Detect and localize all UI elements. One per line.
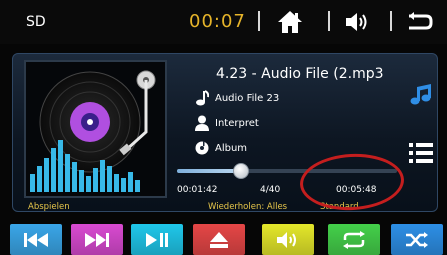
track-index: 4/40 xyxy=(260,185,281,195)
top-bar: SD 00:07 xyxy=(0,0,447,44)
album-name: Album xyxy=(215,142,248,154)
divider xyxy=(258,11,260,31)
shuffle-icon xyxy=(406,231,428,248)
eject-button[interactable] xyxy=(193,224,245,255)
play-pause-icon xyxy=(146,232,168,247)
divider xyxy=(328,11,330,31)
eject-icon xyxy=(210,231,228,248)
play-pause-button[interactable] xyxy=(131,224,183,255)
volume-button[interactable] xyxy=(337,6,377,38)
repeat-button[interactable] xyxy=(328,224,380,255)
list-menu-icon xyxy=(409,143,433,163)
previous-button[interactable] xyxy=(10,224,62,255)
play-status: Abspielen xyxy=(28,202,70,212)
music-library-button[interactable] xyxy=(408,82,434,108)
playlist-menu-button[interactable] xyxy=(407,140,435,166)
album-row: Album xyxy=(195,139,247,157)
file-row: Audio File 23 xyxy=(195,89,279,107)
music-note-icon xyxy=(196,90,209,106)
album-disc-icon xyxy=(195,141,209,155)
home-icon xyxy=(278,11,302,33)
volume-icon xyxy=(277,231,296,248)
track-title: 4.23 - Audio File (2.mp3 xyxy=(216,66,384,82)
turntable-icon xyxy=(30,70,156,192)
album-artwork xyxy=(24,60,167,198)
repeat-mode[interactable]: Wiederholen: Alles xyxy=(208,202,287,212)
divider xyxy=(390,11,392,31)
next-icon xyxy=(85,232,109,247)
volume-icon xyxy=(346,13,367,31)
person-icon xyxy=(195,115,209,131)
home-button[interactable] xyxy=(270,6,310,38)
artist-row: Interpret xyxy=(195,114,259,132)
progress-knob[interactable] xyxy=(232,163,249,179)
volume-control-button[interactable] xyxy=(262,224,314,255)
previous-icon xyxy=(24,232,48,247)
back-button[interactable] xyxy=(400,6,440,38)
progress-fill xyxy=(177,169,241,173)
repeat-icon xyxy=(343,230,365,249)
music-player-screen: SD 00:07 4.23 - Audio File (2.mp3 Audio … xyxy=(0,0,447,255)
shuffle-button[interactable] xyxy=(391,224,443,255)
music-library-icon xyxy=(410,84,431,105)
source-label: SD xyxy=(26,14,46,30)
artist-name: Interpret xyxy=(215,117,259,129)
file-name: Audio File 23 xyxy=(215,92,280,104)
clock: 00:07 xyxy=(189,11,246,32)
back-icon xyxy=(409,12,433,30)
next-button[interactable] xyxy=(71,224,123,255)
elapsed-time: 00:01:42 xyxy=(177,185,218,195)
